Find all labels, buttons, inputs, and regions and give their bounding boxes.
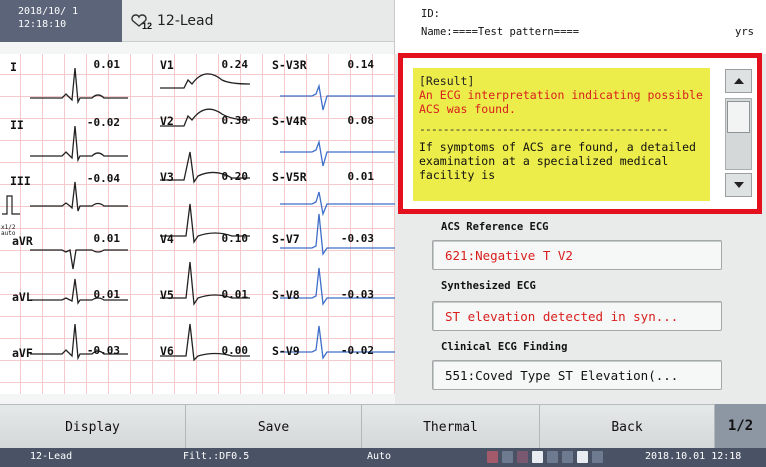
lead-value: 0.01 xyxy=(93,232,121,245)
card-icon xyxy=(532,451,543,463)
lead-label: S-V4R xyxy=(272,114,307,128)
heart-icon: 12 xyxy=(131,13,152,30)
svg-text:12: 12 xyxy=(142,21,152,30)
synthesized-ecg-label: Synthesized ECG xyxy=(441,280,536,292)
lead-label: V3 xyxy=(160,170,174,184)
result-highlight-frame: [Result] An ECG interpretation indicatin… xyxy=(398,53,762,214)
result-text-box[interactable]: [Result] An ECG interpretation indicatin… xyxy=(413,68,710,201)
result-separator: ----------------------------------------… xyxy=(419,122,669,136)
lead-value: 0.24 xyxy=(221,58,249,71)
lead-value: -0.02 xyxy=(340,344,374,357)
thermal-button[interactable]: Thermal xyxy=(362,405,540,449)
trace-lead-avr xyxy=(30,249,128,270)
print-icon xyxy=(517,451,528,463)
lead-label: V4 xyxy=(160,232,174,246)
result-header: [Result] xyxy=(419,74,475,88)
time: 12:18:10 xyxy=(18,19,67,30)
scroll-up-button[interactable] xyxy=(725,69,752,93)
trace-lead-i xyxy=(30,67,128,105)
lead-label: III xyxy=(10,174,31,188)
arrow-down-icon xyxy=(733,182,744,188)
acs-reference-label: ACS Reference ECG xyxy=(441,221,549,233)
network-icon xyxy=(502,451,513,463)
status-icons xyxy=(487,451,603,463)
trace-lead-iii xyxy=(30,181,128,212)
patient-info: ID: Name:====Test pattern==== yrs xyxy=(394,0,766,54)
lead-value: 0.08 xyxy=(347,114,375,127)
calibration-pulse xyxy=(2,195,20,215)
patient-age-unit: yrs xyxy=(735,26,754,38)
acs-reference-button[interactable]: 621:Negative T V2 xyxy=(432,240,722,270)
patient-name: Name:====Test pattern==== xyxy=(421,26,580,38)
storage-icon xyxy=(547,451,558,463)
lead-value: 0.20 xyxy=(221,170,249,183)
page-title: 12-Lead xyxy=(157,12,214,29)
display-button[interactable]: Display xyxy=(0,405,186,449)
lead-value: 0.38 xyxy=(221,114,249,127)
status-auto: Auto xyxy=(367,451,392,462)
trace-lead-ii xyxy=(30,125,128,163)
calibration-label: x1/2 auto xyxy=(1,224,16,237)
lead-label: S-V8 xyxy=(272,288,300,302)
lead-value: -0.03 xyxy=(86,344,120,357)
title-bar: 12 12-Lead xyxy=(122,0,394,42)
clinical-finding-label: Clinical ECG Finding xyxy=(441,341,568,353)
synthesized-ecg-button[interactable]: ST elevation detected in syn... xyxy=(432,301,722,331)
connect-icon xyxy=(577,451,588,463)
datetime-panel: 2018/10/ 1 12:18:10 xyxy=(0,0,122,42)
lead-value: -0.02 xyxy=(86,116,120,129)
scroll-down-button[interactable] xyxy=(725,173,752,197)
ecg-traces xyxy=(2,67,395,362)
lead-value: 0.00 xyxy=(221,344,249,357)
back-button[interactable]: Back xyxy=(540,405,715,449)
usb-icon xyxy=(562,451,573,463)
ecg-waveform-area[interactable]: I 0.01 II -0.02 III -0.04 aVR 0.01 aVL 0… xyxy=(0,54,395,394)
lead-label: I xyxy=(10,60,17,74)
lead-value: 0.14 xyxy=(347,58,375,71)
bottom-nav: Display Save Thermal Back xyxy=(0,404,766,449)
lead-label: V1 xyxy=(160,58,174,72)
patient-id-label: ID: xyxy=(421,8,440,20)
arrow-up-icon xyxy=(733,78,744,84)
save-button[interactable]: Save xyxy=(186,405,362,449)
scrollbar-track[interactable] xyxy=(725,98,752,170)
ecg-screen: 2018/10/ 1 12:18:10 12 12-Lead ID: Name:… xyxy=(0,0,766,467)
lead-label: S-V3R xyxy=(272,58,307,72)
lead-value: 0.01 xyxy=(93,288,121,301)
lead-label: II xyxy=(10,118,24,132)
battery-icon xyxy=(592,451,603,463)
status-filter: Filt.:DF0.5 xyxy=(183,451,250,462)
lead-label: V2 xyxy=(160,114,174,128)
lead-value: 0.01 xyxy=(347,170,375,183)
date: 2018/10/ 1 xyxy=(18,6,79,17)
trace-lead-v1 xyxy=(160,73,251,89)
trace-s-v5r xyxy=(280,191,395,217)
trace-s-v3r xyxy=(280,83,395,111)
status-mode: 12-Lead xyxy=(30,451,73,462)
lead-value: 0.01 xyxy=(93,58,121,71)
lead-label: S-V9 xyxy=(272,344,300,358)
status-datetime: 2018.10.01 12:18 xyxy=(645,451,742,462)
lead-value: 0.01 xyxy=(221,288,249,301)
lead-label: aVL xyxy=(12,290,33,304)
lead-label: aVF xyxy=(12,346,33,360)
status-bar: 12-Lead Filt.:DF0.5 Auto 2018.10.01 12:1… xyxy=(0,448,766,467)
record-icon xyxy=(487,451,498,463)
lead-value: -0.04 xyxy=(86,172,120,185)
page-indicator[interactable]: 1/2 xyxy=(715,404,766,448)
lead-value: -0.03 xyxy=(340,232,374,245)
lead-label: V5 xyxy=(160,288,174,302)
lead-label: S-V7 xyxy=(272,232,300,246)
lead-label: S-V5R xyxy=(272,170,307,184)
lead-value: 0.10 xyxy=(221,232,249,245)
lead-label: V6 xyxy=(160,344,174,358)
result-body: If symptoms of ACS are found, a detailed… xyxy=(419,140,696,182)
scrollbar-thumb[interactable] xyxy=(727,101,750,133)
lead-value: -0.03 xyxy=(340,288,374,301)
result-alert: An ECG interpretation indicating possibl… xyxy=(419,88,703,116)
clinical-finding-button[interactable]: 551:Coved Type ST Elevation(... xyxy=(432,360,722,390)
trace-s-v4r xyxy=(280,139,395,167)
